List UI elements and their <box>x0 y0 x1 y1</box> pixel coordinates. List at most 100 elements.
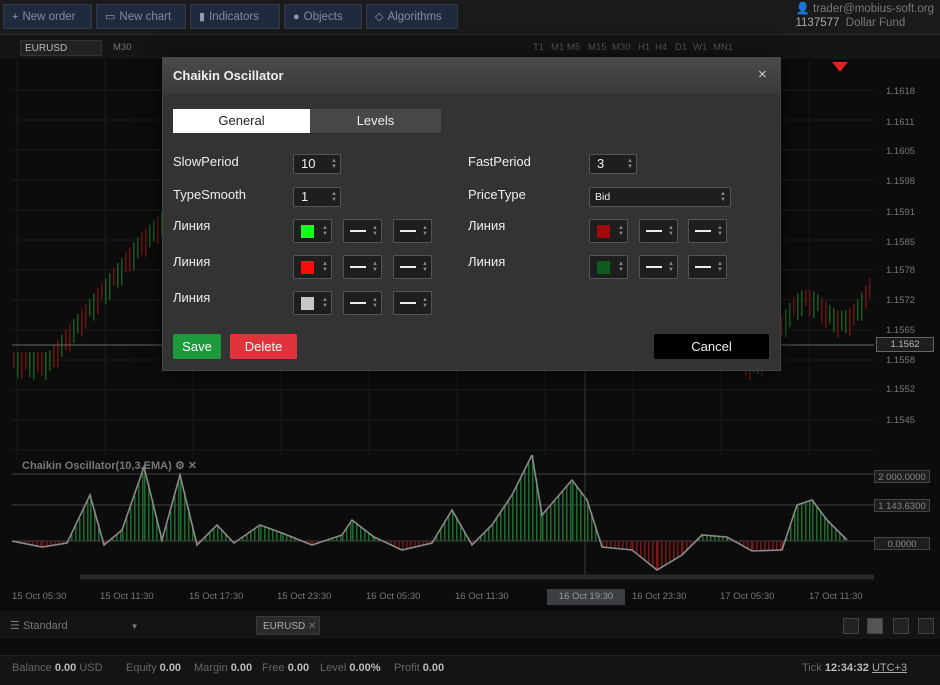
line-color-picker[interactable]: ▲▼ <box>589 255 628 279</box>
spinner-icon: ▲▼ <box>618 225 624 237</box>
line-style-select[interactable]: ▲▼ <box>393 255 432 279</box>
bottom-tabbar <box>0 611 940 639</box>
histogram-bar <box>484 533 486 541</box>
line-style-select[interactable]: ▲▼ <box>393 291 432 315</box>
save-button[interactable]: Save <box>173 334 221 359</box>
user-icon: 👤 <box>795 3 809 15</box>
histogram-bar <box>572 480 574 541</box>
histogram-bar <box>661 541 663 568</box>
timeframe-w1[interactable]: W1 <box>693 42 707 53</box>
color-swatch <box>597 225 610 238</box>
fast-period-input[interactable]: 3▲▼ <box>589 154 637 174</box>
spinner-icon: ▲▼ <box>668 261 674 273</box>
level: Level 0.00% <box>320 662 381 674</box>
histogram-bar <box>122 530 124 541</box>
line-color-picker[interactable]: ▲▼ <box>589 219 628 243</box>
chaikin-settings-dialog: Chaikin Oscillator × General Levels Slow… <box>162 57 781 371</box>
timeframe-m5[interactable]: M5 <box>567 42 580 53</box>
histogram-bar <box>816 505 818 541</box>
line-width-select[interactable]: ▲▼ <box>343 255 382 279</box>
workspace-select[interactable]: ☰ Standard ▼ <box>10 619 139 632</box>
timeframe-d1[interactable]: D1 <box>675 42 687 53</box>
price-type-select[interactable]: Bid▲▼ <box>589 187 731 207</box>
line-color-picker[interactable]: ▲▼ <box>293 219 332 243</box>
tab-eurusd[interactable]: EURUSD ✕ <box>256 616 320 635</box>
oscillator-chart[interactable] <box>12 455 874 580</box>
top-toolbar: +New order ▭New chart ▮Indicators ●Objec… <box>0 0 940 35</box>
line-dash-icon <box>350 302 366 304</box>
histogram-bar <box>512 495 514 541</box>
cancel-button[interactable]: Cancel <box>654 334 769 359</box>
type-smooth-input[interactable]: 1▲▼ <box>293 187 341 207</box>
candle <box>13 352 15 368</box>
histogram-bar <box>79 518 81 541</box>
layout-rows-icon[interactable] <box>918 618 934 634</box>
candle <box>109 273 111 300</box>
profit: Profit 0.00 <box>394 662 444 674</box>
tab-general[interactable]: General <box>173 109 310 133</box>
timeframe-m30[interactable]: M30 <box>612 42 630 53</box>
line-style-select[interactable]: ▲▼ <box>393 219 432 243</box>
close-icon[interactable]: × <box>758 66 767 83</box>
close-icon[interactable]: ✕ <box>308 621 316 632</box>
candle <box>821 298 823 324</box>
line-style-select[interactable]: ▲▼ <box>688 255 727 279</box>
tab-levels[interactable]: Levels <box>310 109 441 133</box>
histogram-bar <box>340 536 342 541</box>
timeframe-t1[interactable]: T1 <box>533 42 544 53</box>
price-tick: 1.1578 <box>886 265 915 276</box>
account-info[interactable]: 👤 trader@mobius-soft.org 1137577 Dollar … <box>795 2 934 30</box>
histogram-bar <box>87 501 89 541</box>
indicators-button[interactable]: ▮Indicators <box>190 4 280 29</box>
candle <box>797 293 799 320</box>
line-width-select[interactable]: ▲▼ <box>343 291 382 315</box>
price-tick: 1.1572 <box>886 295 915 306</box>
objects-button[interactable]: ●Objects <box>284 4 362 29</box>
new-chart-button[interactable]: ▭New chart <box>96 4 186 29</box>
histogram-bar <box>554 501 556 541</box>
new-order-button[interactable]: +New order <box>3 4 92 29</box>
line-width-select[interactable]: ▲▼ <box>639 255 678 279</box>
layout-grid-icon[interactable] <box>867 618 883 634</box>
line-width-select[interactable]: ▲▼ <box>343 219 382 243</box>
timeframe-m15[interactable]: M15 <box>588 42 606 53</box>
candle <box>85 304 87 329</box>
timeframe-h1[interactable]: H1 <box>638 42 650 53</box>
line-width-select[interactable]: ▲▼ <box>639 219 678 243</box>
current-price-tag: 1.1562 <box>876 337 934 352</box>
line-color-picker[interactable]: ▲▼ <box>293 291 332 315</box>
close-icon[interactable]: ✕ <box>188 460 197 472</box>
timeframe-mn1[interactable]: MN1 <box>713 42 733 53</box>
algorithms-button[interactable]: ◇Algorithms <box>366 4 458 29</box>
spinner-icon[interactable]: ▲▼ <box>331 158 337 170</box>
spinner-icon: ▲▼ <box>372 297 378 309</box>
spinner-icon[interactable]: ▲▼ <box>627 158 633 170</box>
layout-single-icon[interactable] <box>843 618 859 634</box>
gear-icon[interactable]: ⚙ <box>175 460 185 472</box>
color-swatch <box>597 261 610 274</box>
histogram-bar <box>780 541 782 550</box>
line-color-picker[interactable]: ▲▼ <box>293 255 332 279</box>
timeframe-h4[interactable]: H4 <box>655 42 667 53</box>
chart-icon: ▭ <box>105 11 115 23</box>
histogram-bar <box>138 484 140 541</box>
line-style-select[interactable]: ▲▼ <box>688 219 727 243</box>
timeframe-m1[interactable]: M1 <box>551 42 564 53</box>
histogram-bar <box>350 523 352 541</box>
candle <box>801 290 803 316</box>
candle <box>25 352 27 370</box>
timezone-link[interactable]: UTC+3 <box>872 662 907 674</box>
time-tick: 16 Oct 23:30 <box>632 591 686 602</box>
spinner-icon[interactable]: ▲▼ <box>331 191 337 203</box>
delete-button[interactable]: Delete <box>230 334 297 359</box>
candle <box>53 345 55 368</box>
histogram-bar <box>524 471 526 541</box>
layout-columns-icon[interactable] <box>893 618 909 634</box>
symbol-select[interactable]: EURUSD <box>20 40 102 56</box>
histogram-bar <box>496 519 498 541</box>
slow-period-input[interactable]: 10▲▼ <box>293 154 341 174</box>
candle <box>813 291 815 317</box>
histogram-bar <box>805 502 807 541</box>
histogram-bar <box>406 541 408 549</box>
menu-icon: ☰ <box>10 620 20 632</box>
